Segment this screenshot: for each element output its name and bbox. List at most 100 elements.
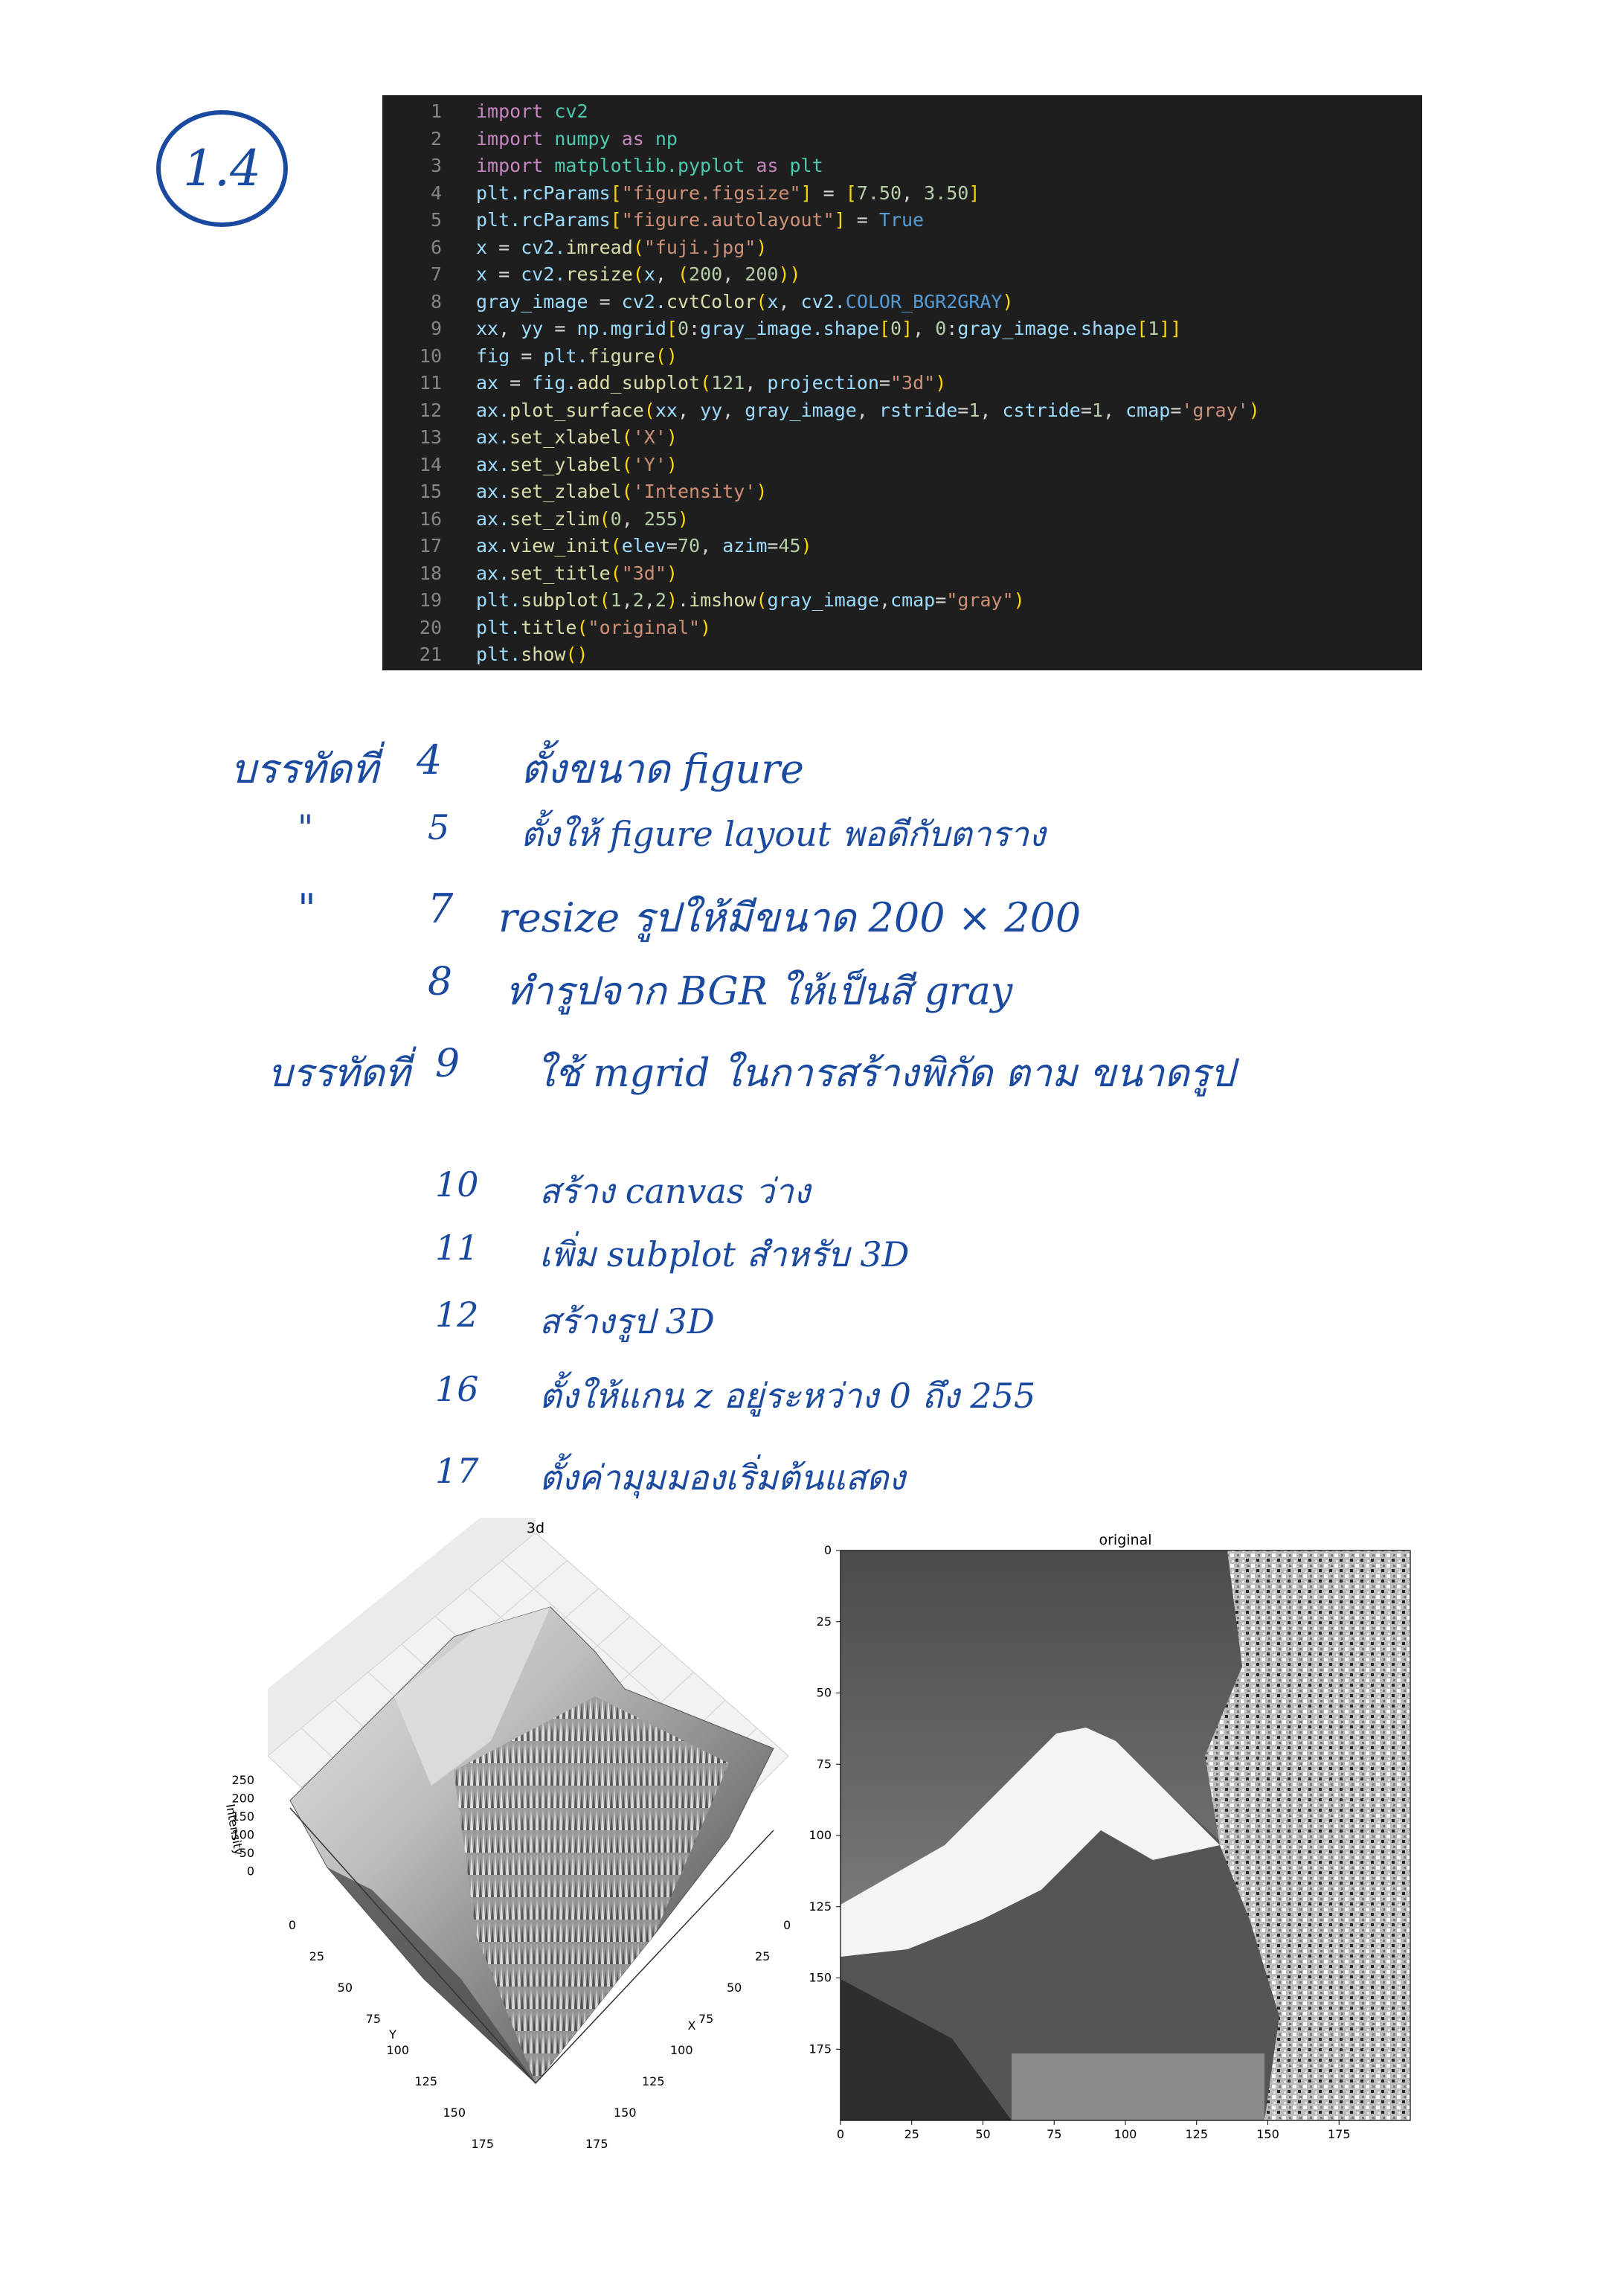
code-token: () <box>565 644 588 665</box>
code-token: x <box>476 236 488 258</box>
code-line: 8 gray_image = cv2.cvtColor(x, cv2.COLOR_… <box>382 289 1422 316</box>
code-token: matplotlib.pyplot <box>554 155 745 176</box>
code-token: resize <box>565 263 633 285</box>
x-tick-label: 0 <box>837 2127 844 2141</box>
code-token: ax. <box>476 481 510 502</box>
y-tick-label: 75 <box>366 2012 381 2026</box>
code-token: 1 <box>1148 318 1160 339</box>
code-token: cv2. <box>521 236 566 258</box>
code-token: 45 <box>778 535 801 557</box>
code-token: ) <box>1002 290 1014 312</box>
code-text: ax.plot_surface(xx, yy, gray_image, rstr… <box>476 397 1260 425</box>
code-token: True <box>878 209 925 231</box>
code-text: plt.rcParams["figure.figsize"] = [7.50, … <box>476 180 980 208</box>
code-text: import numpy as np <box>476 126 678 153</box>
code-line: 13 ax.set_xlabel('X') <box>382 424 1422 452</box>
code-token: "3d" <box>621 562 666 584</box>
code-text: plt.rcParams["figure.autolayout"] = True <box>476 207 924 234</box>
code-line: 20 plt.title("original") <box>382 615 1422 642</box>
note-line-prefix: " <box>298 885 316 932</box>
code-text: plt.title("original") <box>476 615 711 642</box>
code-token: , <box>655 263 678 285</box>
code-token: , <box>621 589 633 611</box>
line-number: 14 <box>419 453 442 475</box>
code-token: ) <box>666 453 678 475</box>
line-number: 8 <box>430 290 442 312</box>
code-token: ( <box>576 616 588 638</box>
code-token: set_title <box>510 562 611 584</box>
code-token: ] <box>968 182 980 204</box>
code-token: = <box>1080 399 1092 421</box>
code-token: ) <box>666 589 678 611</box>
code-token: xx <box>476 318 499 339</box>
line-number: 5 <box>430 209 442 231</box>
code-token: imshow <box>689 589 756 611</box>
code-token: import <box>476 100 544 122</box>
code-token: projection <box>767 372 879 394</box>
code-token: = <box>487 263 521 285</box>
code-text: import matplotlib.pyplot as plt <box>476 153 823 180</box>
code-text: x = cv2.imread("fuji.jpg") <box>476 234 767 262</box>
code-token: = <box>878 372 890 394</box>
y-tick-label: 150 <box>443 2106 466 2120</box>
code-token: , <box>621 507 644 530</box>
code-token: "original" <box>588 616 701 638</box>
y-tick-label: 0 <box>824 1543 832 1557</box>
image-plot-title: original <box>1099 1533 1151 1548</box>
code-token: plot_surface <box>510 399 644 421</box>
code-token: , <box>722 263 745 285</box>
y-tick-label: 100 <box>386 2043 409 2057</box>
code-token: plt. <box>543 344 588 367</box>
code-token: plt. <box>476 589 521 611</box>
code-token: [ <box>845 182 857 204</box>
code-token: set_ylabel <box>510 453 622 475</box>
code-token: x <box>767 290 779 312</box>
code-token: show <box>521 644 566 665</box>
code-token: () <box>655 344 678 367</box>
code-text: plt.show() <box>476 641 588 669</box>
note-line-number: 8 <box>428 960 453 1004</box>
x-tick-label: 0 <box>783 1918 791 1932</box>
code-token: ]] <box>1159 318 1182 339</box>
code-line: 3 import matplotlib.pyplot as plt <box>382 153 1422 180</box>
code-token: np.mgrid <box>576 318 666 339</box>
code-line: 4 plt.rcParams["figure.figsize"] = [7.50,… <box>382 180 1422 208</box>
x-tick-label: 50 <box>975 2127 990 2141</box>
code-token: x <box>643 263 655 285</box>
code-token: gray_image <box>745 399 857 421</box>
code-token: plt.rcParams <box>476 182 611 204</box>
code-token: , <box>745 372 768 394</box>
code-line: 1 import cv2 <box>382 98 1422 126</box>
code-token: 'X' <box>632 426 666 448</box>
code-token: cstride <box>1002 399 1081 421</box>
code-token: yy <box>700 399 723 421</box>
note-text: ตั้งให้แกน z อยู่ระหว่าง 0 ถึง 255 <box>539 1376 1036 1416</box>
code-token: COLOR_BGR2GRAY <box>845 290 1003 312</box>
code-token: = <box>957 399 969 421</box>
code-token: 0 <box>610 507 622 530</box>
code-token: add_subplot <box>576 372 701 394</box>
code-token: ( <box>643 399 655 421</box>
code-token: ax. <box>476 507 510 530</box>
note-line-number: 11 <box>435 1228 479 1268</box>
code-token: ] <box>800 182 812 204</box>
code-text: ax.set_xlabel('X') <box>476 424 678 452</box>
code-token: 2 <box>632 589 644 611</box>
note-text: สร้างรูป 3D <box>539 1301 715 1341</box>
x-tick-label: 50 <box>727 1981 742 1995</box>
line-number: 19 <box>419 589 442 611</box>
code-token: ( <box>756 589 768 611</box>
code-token: = <box>767 535 779 557</box>
line-number: 1 <box>430 100 442 122</box>
x-tick-label: 25 <box>755 1949 770 1963</box>
code-token: ) <box>666 426 678 448</box>
code-token: azim <box>722 535 768 557</box>
x-tick-label: 125 <box>642 2074 665 2088</box>
code-token: import <box>476 127 544 150</box>
code-token: ] <box>834 209 846 231</box>
code-token: ax. <box>476 562 510 584</box>
code-token: ( <box>632 263 644 285</box>
note-line-number: 9 <box>435 1042 460 1086</box>
code-token: subplot <box>521 589 600 611</box>
